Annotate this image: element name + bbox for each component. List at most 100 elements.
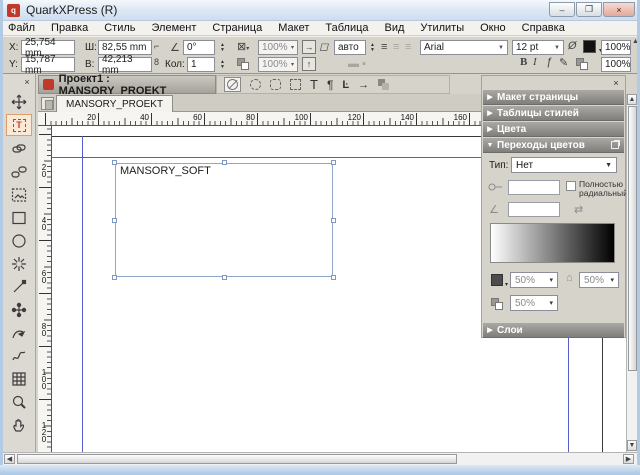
pan-tool[interactable] — [6, 414, 32, 436]
picture-scale-select[interactable]: 100%▾ — [258, 57, 298, 72]
link-icon[interactable]: Ø — [568, 40, 577, 52]
box-flip-icon[interactable]: ⊠▾ — [237, 40, 249, 53]
palette-close-icon[interactable]: × — [21, 76, 33, 88]
font-select[interactable]: Arial▼ — [420, 40, 508, 55]
item-edit-icon[interactable] — [224, 77, 241, 92]
document-tab[interactable]: MANSORY_PROEKT — [56, 95, 173, 112]
link-tool[interactable] — [6, 138, 32, 160]
opacity-input[interactable]: 100% — [601, 57, 631, 72]
color-swatch[interactable] — [583, 40, 596, 53]
scroll-right-icon[interactable]: ▶ — [623, 454, 634, 464]
horizontal-scroll-thumb[interactable] — [17, 454, 457, 464]
menu-item[interactable]: Элемент — [144, 21, 205, 35]
align-right-icon[interactable]: ≡ — [405, 41, 411, 53]
stack-order-icon[interactable] — [378, 79, 389, 90]
font-size-select[interactable]: 12 pt▼ — [512, 40, 564, 55]
menu-utilities[interactable]: Утилиты — [412, 21, 472, 35]
baseline-grid-icon[interactable]: Ŀ — [342, 79, 349, 91]
brush-icon[interactable]: ✎ — [559, 56, 568, 69]
flip-vertical-button[interactable]: ↑ — [302, 57, 316, 71]
tool-palette-header[interactable]: × — [3, 74, 35, 90]
text-frame-icon[interactable]: T — [310, 77, 318, 92]
rounded-frame-icon[interactable] — [270, 79, 281, 90]
columns-input[interactable]: 1 — [187, 57, 215, 72]
menu-edit[interactable]: Правка — [43, 21, 96, 35]
text-content-tool[interactable]: T — [6, 114, 32, 136]
square-frame-icon[interactable] — [290, 79, 301, 90]
panel-colors[interactable]: ▶ Цвета — [483, 122, 624, 137]
menu-file[interactable]: Файл — [0, 21, 43, 35]
table-tool[interactable] — [6, 368, 32, 390]
bezier-pen-tool[interactable] — [6, 322, 32, 344]
panel-stylesheets[interactable]: ▶ Таблицы стилей — [483, 106, 624, 121]
angle-input[interactable]: 0° — [183, 40, 215, 55]
menu-help[interactable]: Справка — [514, 21, 573, 35]
menu-window[interactable]: Окно — [472, 21, 514, 35]
gradient-type-select[interactable]: Нет ▼ — [511, 157, 617, 173]
bold-icon[interactable]: B — [520, 56, 527, 68]
picture-box-tool[interactable] — [6, 184, 32, 206]
scroll-up-icon[interactable]: ▲ — [627, 94, 637, 105]
restore-button[interactable]: ❐ — [576, 2, 602, 17]
move-tool[interactable] — [6, 91, 32, 113]
rectangle-box-tool[interactable] — [6, 207, 32, 229]
horizontal-scrollbar[interactable]: ◀ ▶ — [3, 452, 637, 465]
swap-colors-icon[interactable]: ⇄ — [574, 203, 583, 216]
oval-box-tool[interactable] — [6, 230, 32, 252]
vertical-scrollbar[interactable]: ▲ ▼ — [626, 94, 637, 452]
y-input[interactable]: 15,787 mm — [21, 57, 75, 72]
gradient-opacity-select[interactable]: 50%▾ — [510, 295, 558, 311]
paragraph-icon[interactable]: ¶ — [327, 78, 333, 92]
handle-bottom-center[interactable] — [222, 275, 227, 280]
leading-stepper[interactable]: ▲▼ — [368, 40, 377, 55]
columns-stepper[interactable]: ▲▼ — [218, 57, 227, 72]
handle-bottom-right[interactable] — [331, 275, 336, 280]
align-left-icon[interactable]: ≡ — [381, 41, 387, 53]
gradient-shade2-select[interactable]: 50%▾ — [579, 272, 619, 288]
radial-length-input[interactable] — [508, 180, 560, 195]
menu-layout[interactable]: Макет — [270, 21, 317, 35]
menu-table[interactable]: Таблица — [317, 21, 376, 35]
handle-mid-right[interactable] — [331, 218, 336, 223]
freehand-line-tool[interactable] — [6, 345, 32, 367]
point-tool[interactable] — [6, 299, 32, 321]
panel-layers[interactable]: ▶ Слои — [483, 323, 624, 338]
palette-group-header[interactable]: × — [482, 76, 625, 90]
gradient-preview[interactable] — [490, 223, 615, 263]
box-scale-select[interactable]: 100%▾ — [258, 40, 298, 55]
menu-page[interactable]: Страница — [204, 21, 270, 35]
unlink-tool[interactable] — [6, 161, 32, 183]
menu-view[interactable]: Вид — [377, 21, 413, 35]
italic-icon[interactable]: I — [533, 56, 537, 68]
oval-frame-icon[interactable] — [250, 79, 261, 90]
handle-top-center[interactable] — [222, 160, 227, 165]
scroll-down-icon[interactable]: ▼ — [627, 440, 637, 451]
gradient-angle-input[interactable] — [508, 202, 560, 217]
starburst-tool[interactable] — [6, 253, 32, 275]
gradient-shade1-select[interactable]: 50%▾ — [510, 272, 558, 288]
handle-bottom-left[interactable] — [112, 275, 117, 280]
flip-horizontal-button[interactable]: → — [302, 40, 316, 54]
align-center-icon[interactable]: ≡ — [393, 41, 399, 53]
minimize-button[interactable]: – — [549, 2, 575, 17]
vertical-scroll-thumb[interactable] — [628, 106, 637, 371]
opentype-icon[interactable]: ƒ — [546, 56, 552, 68]
margin-guide-left[interactable] — [82, 136, 83, 452]
menu-style[interactable]: Стиль — [96, 21, 143, 35]
fully-radial-checkbox[interactable] — [566, 181, 576, 191]
handle-mid-left[interactable] — [112, 218, 117, 223]
handle-top-left[interactable] — [112, 160, 117, 165]
leading-input[interactable]: авто — [334, 40, 366, 55]
gradient-color-swatch[interactable] — [491, 274, 503, 286]
panel-page-layout[interactable]: ▶ Макет страницы — [483, 90, 624, 105]
arrow-icon[interactable]: → — [358, 79, 369, 91]
selected-text-box[interactable]: MANSORY_SOFT — [115, 163, 333, 277]
shade-input[interactable]: 100% — [601, 40, 631, 55]
handle-top-right[interactable] — [331, 160, 336, 165]
scroll-left-icon[interactable]: ◀ — [4, 454, 15, 464]
line-tool[interactable] — [6, 276, 32, 298]
panel-gradients[interactable]: ▼ Переходы цветов — [483, 138, 624, 153]
close-button[interactable]: × — [603, 2, 635, 17]
panel-detach-icon[interactable] — [611, 141, 619, 149]
angle-stepper[interactable]: ▲▼ — [218, 40, 227, 55]
